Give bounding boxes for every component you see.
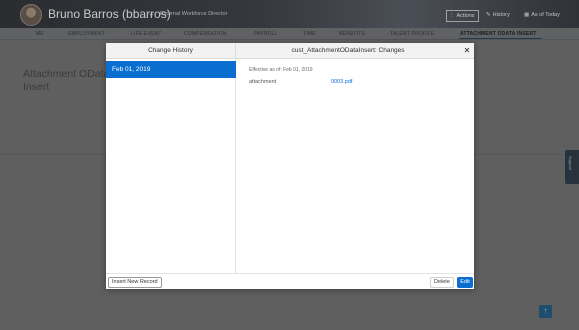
pencil-icon: ✎	[486, 12, 491, 18]
close-icon[interactable]: ✕	[460, 43, 474, 59]
attachment-link[interactable]: 0003.pdf	[331, 79, 352, 85]
tab-payroll[interactable]: PAYROLL	[254, 31, 278, 37]
chevron-down-icon[interactable]: ⌄	[148, 9, 155, 18]
tab-time[interactable]: TIME	[303, 31, 316, 37]
effective-date: Effective as of: Feb 01, 2019	[249, 67, 313, 73]
history-link[interactable]: ✎ History	[486, 12, 510, 18]
dialog-footer: Insert New Record Delete Edit	[106, 273, 474, 289]
tab-talent-profile[interactable]: TALENT PROFILE	[390, 31, 434, 37]
tab-benefits[interactable]: BENEFITS	[339, 31, 365, 37]
avatar[interactable]	[20, 4, 42, 26]
change-history-dialog: Change History cust_AttachmentODataInser…	[106, 43, 474, 289]
actions-button[interactable]: ⋮ Actions	[446, 10, 479, 22]
side-panel-handle[interactable]: Support	[565, 150, 579, 184]
history-label: History	[492, 12, 510, 18]
as-of-date-link[interactable]: ▦ As of Today	[524, 12, 560, 18]
list-item[interactable]: Feb 01, 2019	[106, 61, 236, 78]
actions-label: Actions	[456, 13, 475, 19]
edit-button[interactable]: Edit	[457, 277, 473, 288]
insert-new-record-button[interactable]: Insert New Record	[108, 277, 162, 288]
field-label-attachment: attachment	[249, 79, 277, 85]
change-history-title: Change History	[106, 43, 236, 59]
delete-button[interactable]: Delete	[430, 277, 454, 288]
tab-bar: ME EMPLOYMENT LIFE EVENT COMPENSATION PA…	[0, 28, 579, 40]
calendar-icon: ▦	[524, 12, 530, 18]
tab-life-event[interactable]: LIFE EVENT	[131, 31, 162, 37]
arrow-up-icon[interactable]: ↑	[539, 305, 552, 318]
app-header: Bruno Barros (bbarros) ⌄ External Workfo…	[0, 0, 579, 28]
dialog-header: Change History cust_AttachmentODataInser…	[106, 43, 474, 59]
change-details: Effective as of: Feb 01, 2019 attachment…	[237, 59, 474, 273]
side-panel-label: Support	[568, 156, 573, 171]
tab-attachment-odata-insert[interactable]: ATTACHMENT ODATA INSERT	[460, 31, 537, 37]
page-title: Attachment OData Insert	[23, 68, 110, 93]
user-title: External Workforce Director	[160, 11, 228, 17]
history-list: Feb 01, 2019	[106, 59, 236, 273]
changes-title: cust_AttachmentODataInsert: Changes	[291, 47, 405, 54]
tab-employment[interactable]: EMPLOYMENT	[68, 31, 105, 37]
as-of-label: As of Today	[531, 12, 560, 18]
tab-me[interactable]: ME	[36, 31, 44, 37]
active-tab-indicator	[459, 38, 542, 39]
info-icon: ⋮	[449, 13, 455, 19]
tab-compensation[interactable]: COMPENSATION	[184, 31, 227, 37]
